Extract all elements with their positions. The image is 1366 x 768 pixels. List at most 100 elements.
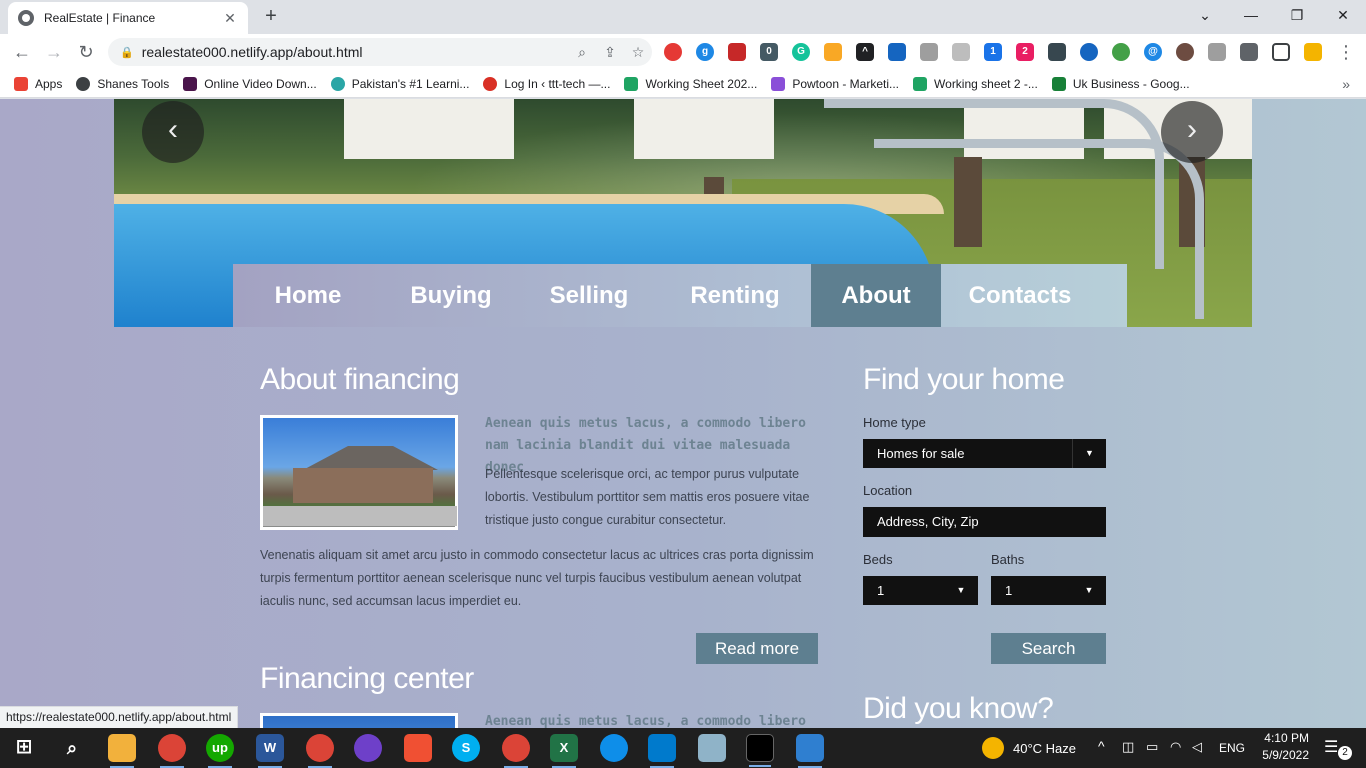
location-input[interactable]: Address, City, Zip: [863, 507, 1106, 537]
bookmark-label: Working sheet 2 -...: [934, 76, 1038, 91]
weather-icon[interactable]: [982, 737, 1004, 759]
frog-extension-icon[interactable]: [1112, 43, 1130, 61]
windows-start-icon[interactable]: ⊞: [10, 734, 38, 762]
financing-thumbnail: [260, 713, 458, 728]
avatar-extension-icon[interactable]: [1176, 43, 1194, 61]
chrome-alt-icon[interactable]: [502, 734, 530, 768]
search-icon[interactable]: ⌕: [58, 734, 86, 762]
tray-chevron-icon[interactable]: ^: [1098, 738, 1105, 754]
nav-about[interactable]: About: [811, 264, 941, 327]
at-extension-icon[interactable]: @: [1144, 43, 1162, 61]
nav-buying[interactable]: Buying: [383, 264, 519, 327]
grammarly-icon[interactable]: G: [792, 43, 810, 61]
slider-next-button[interactable]: ›: [1161, 101, 1223, 163]
grammar-extension-icon[interactable]: g: [696, 43, 714, 61]
chrome-profile-icon[interactable]: [306, 734, 334, 768]
bookmark-item[interactable]: Shanes Tools: [76, 76, 169, 91]
notifications-icon[interactable]: ☰: [1324, 737, 1338, 757]
weather-text[interactable]: 40°C Haze: [1013, 741, 1076, 756]
battery-icon[interactable]: ▭: [1146, 739, 1158, 755]
bookmarks-bar: Apps Shanes Tools Online Video Down... P…: [0, 70, 1366, 98]
side-panel-icon[interactable]: [1272, 43, 1290, 61]
vscode-icon[interactable]: [648, 734, 676, 768]
video-extension-icon[interactable]: [1080, 43, 1098, 61]
search-button[interactable]: Search: [991, 633, 1106, 664]
meet-icon[interactable]: ◫: [1122, 739, 1134, 755]
notes-icon[interactable]: [698, 734, 726, 762]
calendar-extension-icon[interactable]: [888, 43, 906, 61]
bookmark-item[interactable]: Log In ‹ ttt-tech —...: [483, 76, 610, 91]
back-button[interactable]: ←: [10, 40, 34, 64]
camera-extension-icon[interactable]: [1208, 43, 1226, 61]
bookmark-item[interactable]: Powtoon - Marketi...: [771, 76, 899, 91]
pokeball-extension-icon[interactable]: [664, 43, 682, 61]
colorful-extension-icon[interactable]: [824, 43, 842, 61]
wifi-icon[interactable]: ◠: [1170, 739, 1181, 755]
minimize-button[interactable]: —: [1228, 0, 1274, 30]
language-indicator[interactable]: ENG: [1219, 741, 1245, 755]
chrome-icon[interactable]: [158, 734, 186, 768]
clock-date[interactable]: 5/9/2022: [1253, 748, 1309, 762]
grid-extension-icon[interactable]: [1048, 43, 1066, 61]
terminal-icon[interactable]: [746, 734, 774, 767]
notification-count: 2: [1338, 746, 1352, 760]
upwork-icon[interactable]: up: [206, 734, 234, 768]
house-walls: [293, 468, 433, 503]
beds-select[interactable]: 1 ▼: [863, 576, 978, 605]
bookmark-star-icon[interactable]: ☆: [624, 44, 652, 61]
skype-icon[interactable]: S: [452, 734, 480, 762]
puzzle-grey-extension-icon[interactable]: [952, 43, 970, 61]
about-financing-heading: About financing: [260, 363, 460, 396]
menu-icon[interactable]: ⋮: [1334, 40, 1358, 64]
reload-button[interactable]: ↻: [74, 40, 98, 64]
github-icon[interactable]: [354, 734, 382, 762]
new-tab-button[interactable]: +: [260, 5, 282, 27]
forward-button[interactable]: →: [42, 40, 66, 64]
nav-home[interactable]: Home: [233, 264, 383, 327]
clock-time[interactable]: 4:10 PM: [1259, 731, 1309, 745]
photos-icon[interactable]: [796, 734, 824, 768]
file-explorer-icon[interactable]: [108, 734, 136, 768]
profile-icon[interactable]: [1304, 43, 1322, 61]
bookmark-item[interactable]: Apps: [14, 76, 63, 91]
word-icon[interactable]: W: [256, 734, 284, 768]
volume-icon[interactable]: ◁: [1192, 739, 1202, 755]
git-icon[interactable]: [404, 734, 432, 762]
nav-selling[interactable]: Selling: [519, 264, 659, 327]
close-window-button[interactable]: ✕: [1320, 0, 1366, 30]
link-extension-icon[interactable]: 0: [760, 43, 778, 61]
tab-search-icon[interactable]: ⌄: [1182, 0, 1228, 30]
mail-extension-icon[interactable]: [920, 43, 938, 61]
bookmark-item[interactable]: Working sheet 2 -...: [913, 76, 1038, 91]
pdf-extension-icon[interactable]: [728, 43, 746, 61]
baths-select[interactable]: 1 ▼: [991, 576, 1106, 605]
teamviewer-icon[interactable]: [600, 734, 628, 762]
read-more-button[interactable]: Read more: [696, 633, 818, 664]
nav-contacts[interactable]: Contacts: [941, 264, 1099, 327]
house-roof: [303, 446, 438, 470]
slider-prev-button[interactable]: ‹: [142, 101, 204, 163]
extensions-puzzle-icon[interactable]: [1240, 43, 1258, 61]
url-text[interactable]: realestate000.netlify.app/about.html: [142, 44, 568, 60]
bookmark-item[interactable]: Working Sheet 202...: [624, 76, 757, 91]
bookmark-item[interactable]: Pakistan's #1 Learni...: [330, 76, 469, 91]
bookmark-item[interactable]: Online Video Down...: [183, 76, 317, 91]
vector-extension-icon[interactable]: ^: [856, 43, 874, 61]
tab-close-icon[interactable]: ✕: [222, 10, 238, 27]
share-icon[interactable]: ⇪: [596, 44, 624, 61]
browser-tab[interactable]: RealEstate | Finance ✕: [8, 2, 248, 34]
restore-button[interactable]: ❐: [1274, 0, 1320, 30]
browser-toolbar: ← → ↻ 🔒 realestate000.netlify.app/about.…: [0, 34, 1366, 70]
zoom-icon[interactable]: ⌕: [568, 44, 596, 61]
badge2-extension-icon[interactable]: 2: [1016, 43, 1034, 61]
address-bar[interactable]: 🔒 realestate000.netlify.app/about.html ⌕…: [108, 38, 652, 66]
bookmark-label: Apps: [35, 76, 63, 91]
house-thumbnail: [260, 415, 458, 530]
bookmarks-more-icon[interactable]: »: [1342, 76, 1350, 92]
badge-extension-icon[interactable]: 1: [984, 43, 1002, 61]
home-type-select[interactable]: Homes for sale ▼: [863, 439, 1106, 468]
nav-renting[interactable]: Renting: [659, 264, 811, 327]
bookmark-item[interactable]: Uk Business - Goog...: [1051, 76, 1190, 91]
about-body: Venenatis aliquam sit amet arcu justo in…: [260, 548, 814, 608]
excel-icon[interactable]: X: [550, 734, 578, 768]
